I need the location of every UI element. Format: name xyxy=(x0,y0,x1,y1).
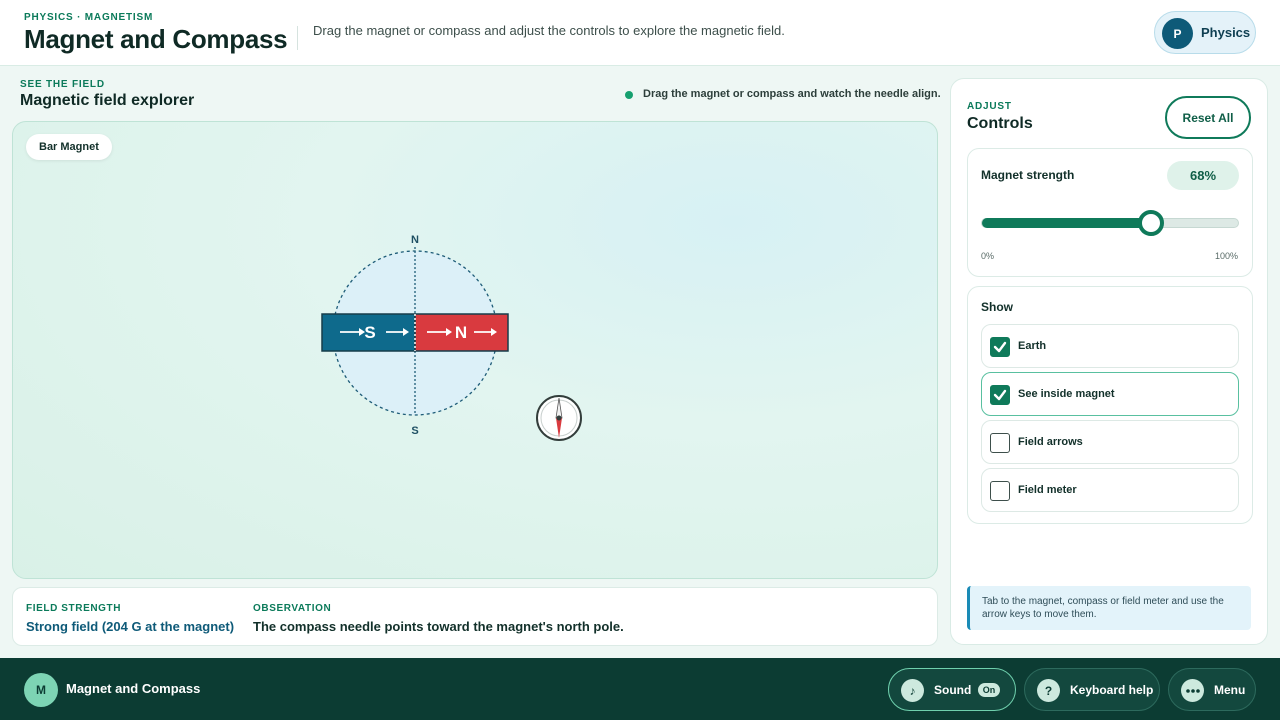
field-arrows-checkbox[interactable] xyxy=(990,433,1010,453)
question-icon: ? xyxy=(1037,679,1060,702)
slider-max-label: 100% xyxy=(1215,251,1239,261)
see-inside-magnet-label: See inside magnet xyxy=(1018,388,1115,400)
magnet-strength-slider[interactable] xyxy=(981,210,1239,236)
observation-value: The compass needle points toward the mag… xyxy=(253,619,624,634)
observation-label: OBSERVATION xyxy=(253,603,332,614)
footer-title: Magnet and Compass xyxy=(66,681,201,696)
hint-text: Drag the magnet or compass and watch the… xyxy=(643,88,941,100)
field-circle-south-label: S xyxy=(411,425,418,437)
keyboard-help-label: Keyboard help xyxy=(1070,683,1154,697)
earth-checkbox[interactable] xyxy=(990,337,1010,357)
field-circle-north-label: N xyxy=(411,234,419,246)
explorer-eyebrow: SEE THE FIELD xyxy=(20,79,105,90)
magnet-north-label: N xyxy=(455,323,467,342)
bar-magnet[interactable]: S N xyxy=(321,313,509,352)
menu-button[interactable]: Menu xyxy=(1168,668,1256,711)
keyboard-help-button[interactable]: ? Keyboard help xyxy=(1024,668,1160,711)
more-dots-icon xyxy=(1181,679,1204,702)
field-arrows-label: Field arrows xyxy=(1018,436,1083,448)
keyboard-note: Tab to the magnet, compass or field mete… xyxy=(967,586,1251,630)
app-logo: M xyxy=(24,673,58,707)
subject-label: Physics xyxy=(1201,25,1251,40)
sound-state-badge: On xyxy=(978,683,1000,697)
hint-dot-icon xyxy=(625,91,633,99)
toggle-see-inside-magnet[interactable]: See inside magnet xyxy=(981,372,1239,416)
music-note-icon: ♪ xyxy=(901,679,924,702)
reset-all-button[interactable]: Reset All xyxy=(1165,96,1251,139)
sound-button[interactable]: ♪ Sound On xyxy=(888,668,1016,711)
magnet-strength-value: 68% xyxy=(1167,161,1239,190)
magnet-strength-label: Magnet strength xyxy=(981,168,1075,182)
checkmark-icon xyxy=(993,389,1007,401)
toggle-earth[interactable]: Earth xyxy=(981,324,1239,368)
magnet-south-label: S xyxy=(364,323,375,342)
toggle-field-arrows[interactable]: Field arrows xyxy=(981,420,1239,464)
app-footer: M Magnet and Compass ♪ Sound On ? Keyboa… xyxy=(0,658,1280,720)
subject-avatar: P xyxy=(1162,18,1193,49)
earth-label: Earth xyxy=(1018,340,1047,352)
sound-label: Sound xyxy=(934,683,972,697)
field-strength-value: Strong field (204 G at the magnet) xyxy=(26,619,235,634)
field-scene: N S S N xyxy=(321,234,582,441)
field-meter-label: Field meter xyxy=(1018,484,1077,496)
slider-min-label: 0% xyxy=(981,251,995,261)
slider-thumb[interactable] xyxy=(1137,210,1164,236)
show-label: Show xyxy=(981,300,1013,314)
slider-fill xyxy=(982,218,1151,228)
header-instruction: Drag the magnet or compass and adjust th… xyxy=(313,23,785,38)
magnet-strength-card: Magnet strength 68% 0% 100% xyxy=(967,148,1253,277)
toggle-field-meter[interactable]: Field meter xyxy=(981,468,1239,512)
subject-eyebrow: PHYSICS · MAGNETISM xyxy=(24,12,154,23)
see-inside-magnet-checkbox[interactable] xyxy=(990,385,1010,405)
dots-glyph xyxy=(1185,688,1200,693)
field-canvas[interactable]: Bar Magnet N S S N xyxy=(12,121,938,579)
subject-chip[interactable]: P Physics xyxy=(1154,11,1256,54)
show-options-card: Show Earth See inside magnet Field arrow… xyxy=(967,286,1253,524)
compass-pivot xyxy=(556,415,562,421)
menu-label: Menu xyxy=(1214,683,1246,697)
controls-eyebrow: ADJUST xyxy=(967,101,1012,112)
explorer-title: Magnetic field explorer xyxy=(20,92,195,109)
app-header: PHYSICS · MAGNETISM Magnet and Compass D… xyxy=(0,0,1280,66)
field-info-card: FIELD STRENGTH Strong field (204 G at th… xyxy=(12,587,938,646)
field-meter-checkbox[interactable] xyxy=(990,481,1010,501)
controls-title: Controls xyxy=(967,115,1033,132)
compass[interactable] xyxy=(536,395,582,441)
app-title: Magnet and Compass xyxy=(24,24,288,54)
controls-panel: ADJUST Controls Reset All Magnet strengt… xyxy=(950,78,1268,645)
checkmark-icon xyxy=(993,341,1007,353)
field-strength-label: FIELD STRENGTH xyxy=(26,603,122,614)
header-divider xyxy=(297,26,298,50)
